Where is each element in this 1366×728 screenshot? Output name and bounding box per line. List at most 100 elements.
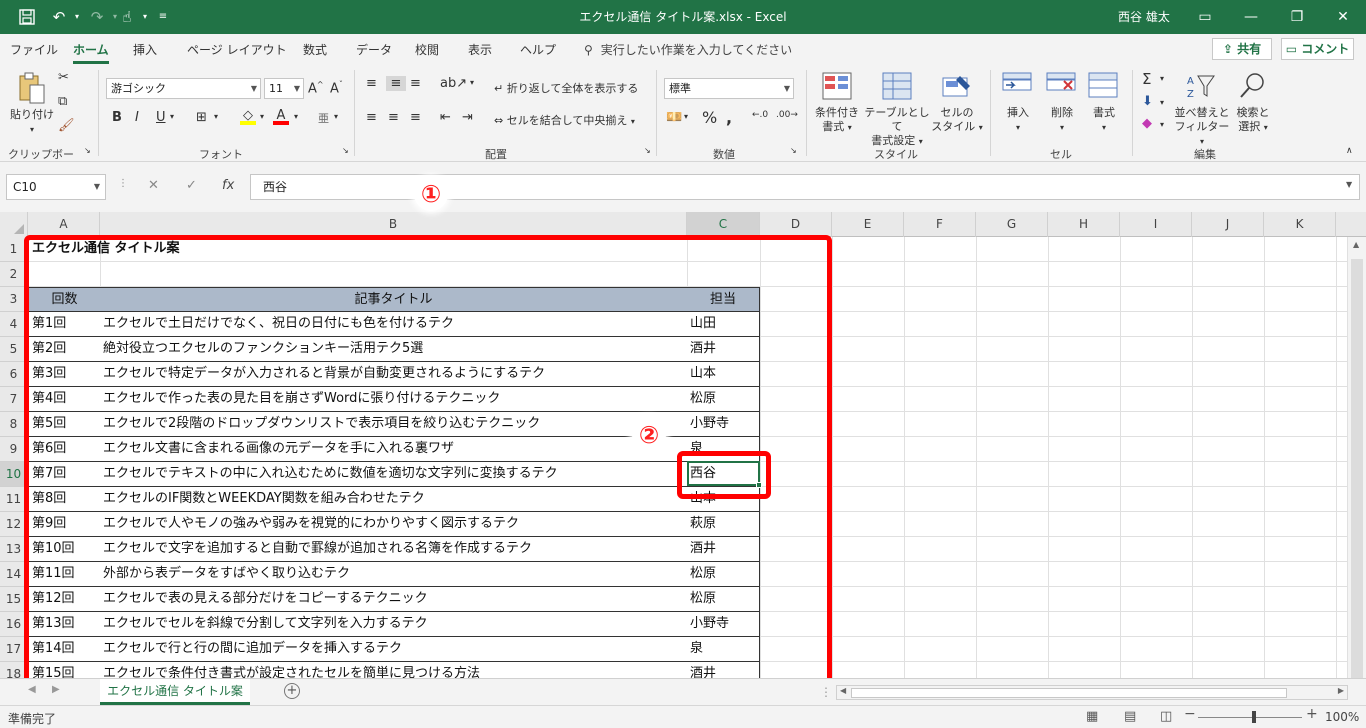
cell-styles-icon[interactable]	[942, 72, 972, 102]
insert-cells-button[interactable]: 挿入 ▾	[996, 106, 1040, 135]
column-header-c[interactable]: C	[687, 212, 760, 237]
fill-color-dropdown-icon[interactable]: ▾	[260, 112, 264, 121]
page-break-view-icon[interactable]: ◫	[1160, 709, 1172, 724]
column-header-i[interactable]: I	[1120, 212, 1192, 237]
find-select-button[interactable]: 検索と 選択 ▾	[1228, 106, 1278, 135]
comma-style-icon[interactable]: ,	[726, 108, 732, 127]
phonetic-icon[interactable]: 亜	[318, 110, 329, 126]
phonetic-dropdown-icon[interactable]: ▾	[334, 112, 338, 121]
conditional-formatting-button[interactable]: 条件付き 書式 ▾	[810, 106, 864, 135]
tab-split-icon[interactable]: ⋮	[820, 685, 832, 699]
italic-button[interactable]: I	[135, 110, 139, 125]
fill-icon[interactable]: ⬇	[1142, 94, 1153, 109]
autosum-icon[interactable]: Σ	[1142, 70, 1151, 88]
restore-icon[interactable]: ❐	[1274, 0, 1320, 34]
column-header-g[interactable]: G	[976, 212, 1048, 237]
delete-cells-icon[interactable]	[1046, 72, 1076, 102]
cell-styles-button[interactable]: セルの スタイル ▾	[930, 106, 984, 135]
font-color-dropdown-icon[interactable]: ▾	[294, 112, 298, 121]
find-select-icon[interactable]	[1238, 72, 1268, 102]
clipboard-launcher-icon[interactable]: ↘	[84, 146, 91, 155]
tab-formulas[interactable]: 数式	[303, 41, 327, 58]
tab-data[interactable]: データ	[356, 41, 392, 58]
zoom-level[interactable]: 100%	[1325, 710, 1359, 724]
insert-cells-icon[interactable]	[1002, 72, 1032, 102]
expand-formula-icon[interactable]: ▼	[1346, 180, 1352, 189]
share-button[interactable]: ⇪ 共有	[1212, 38, 1272, 60]
increase-indent-icon[interactable]: ⇥	[462, 110, 473, 125]
delete-cells-button[interactable]: 削除 ▾	[1040, 106, 1084, 135]
zoom-slider[interactable]	[1198, 717, 1302, 718]
decrease-indent-icon[interactable]: ⇤	[440, 110, 451, 125]
tab-view[interactable]: 表示	[468, 41, 492, 58]
scroll-up-icon[interactable]: ▲	[1353, 240, 1359, 249]
column-header-j[interactable]: J	[1192, 212, 1264, 237]
sort-filter-button[interactable]: 並べ替えと フィルター ▾	[1172, 106, 1232, 149]
percent-icon[interactable]: %	[702, 108, 717, 127]
insert-function-icon[interactable]: fx	[222, 178, 234, 193]
close-icon[interactable]: ✕	[1320, 0, 1366, 34]
prev-sheet-icon[interactable]: ◀	[28, 684, 36, 695]
ribbon-display-icon[interactable]: ▭	[1182, 0, 1228, 34]
wrap-text-button[interactable]: ↵ 折り返して全体を表示する	[494, 80, 638, 96]
borders-icon[interactable]: ⊞	[196, 110, 207, 125]
collapse-ribbon-icon[interactable]: ∧	[1346, 146, 1353, 156]
clear-icon[interactable]: ◆	[1142, 116, 1152, 131]
comment-button[interactable]: ▭ コメント	[1281, 38, 1354, 60]
underline-button[interactable]: U	[156, 110, 166, 125]
save-icon[interactable]	[16, 6, 38, 28]
sheet-tab-active[interactable]: エクセル通信 タイトル案	[100, 679, 250, 705]
align-top-icon[interactable]: ≡	[366, 76, 377, 91]
tell-me-search[interactable]: ⚲ 実行したい作業を入力してください	[584, 41, 792, 58]
tab-help[interactable]: ヘルプ	[520, 41, 556, 58]
format-as-table-icon[interactable]	[882, 72, 912, 102]
font-size-select[interactable]: 11 ▼	[264, 78, 304, 99]
copy-icon[interactable]: ⧉	[58, 94, 67, 109]
increase-font-icon[interactable]: A^	[308, 80, 324, 96]
accounting-format-icon[interactable]: 💴	[666, 110, 682, 125]
add-sheet-icon[interactable]: +	[284, 683, 300, 699]
minimize-icon[interactable]: —	[1228, 0, 1274, 34]
vertical-scroll-thumb[interactable]	[1351, 259, 1363, 679]
align-middle-icon[interactable]: ≡	[386, 76, 406, 91]
align-right-icon[interactable]: ≡	[410, 110, 421, 125]
increase-decimal-icon[interactable]: ←.0	[752, 110, 768, 120]
normal-view-icon[interactable]: ▦	[1086, 709, 1098, 724]
select-all-corner[interactable]	[0, 212, 28, 237]
alignment-launcher-icon[interactable]: ↘	[644, 146, 651, 155]
font-color-icon[interactable]: A	[273, 108, 289, 125]
paste-icon[interactable]	[16, 72, 46, 104]
scroll-left-icon[interactable]: ◀	[840, 686, 846, 695]
tab-page-layout[interactable]: ページ レイアウト	[187, 41, 287, 58]
font-launcher-icon[interactable]: ↘	[342, 146, 349, 155]
format-cells-button[interactable]: 書式 ▾	[1082, 106, 1126, 135]
horizontal-scrollbar[interactable]: ◀ ▶	[836, 685, 1348, 700]
paste-button[interactable]: 貼り付け ▾	[6, 108, 58, 137]
name-box[interactable]: C10 ▼	[6, 174, 106, 200]
tab-file[interactable]: ファイル	[10, 41, 58, 58]
enter-icon[interactable]: ✓	[186, 178, 197, 193]
column-header-k[interactable]: K	[1264, 212, 1336, 237]
zoom-in-icon[interactable]: +	[1306, 706, 1318, 722]
autosum-dropdown-icon[interactable]: ▾	[1160, 74, 1164, 83]
column-header-b[interactable]: B	[100, 212, 687, 237]
page-layout-view-icon[interactable]: ▤	[1124, 709, 1136, 724]
vertical-scrollbar[interactable]: ▲	[1347, 237, 1366, 679]
number-format-select[interactable]: 標準 ▼	[664, 78, 794, 99]
align-left-icon[interactable]: ≡	[366, 110, 377, 125]
scroll-right-icon[interactable]: ▶	[1338, 686, 1344, 695]
zoom-out-icon[interactable]: −	[1184, 706, 1196, 722]
cut-icon[interactable]: ✂	[58, 70, 69, 85]
format-cells-icon[interactable]	[1088, 72, 1118, 102]
tab-review[interactable]: 校閲	[415, 41, 439, 58]
customize-qat-icon[interactable]: ≡	[152, 6, 174, 28]
column-header-f[interactable]: F	[904, 212, 976, 237]
column-header-h[interactable]: H	[1048, 212, 1120, 237]
merge-center-button[interactable]: ⇔ セルを結合して中央揃え ▾	[494, 112, 635, 128]
decrease-font-icon[interactable]: Aˇ	[330, 80, 343, 96]
undo-dropdown-icon[interactable]: ▾	[66, 6, 88, 28]
column-header-d[interactable]: D	[760, 212, 832, 237]
horizontal-scroll-thumb[interactable]	[851, 688, 1287, 698]
orientation-dropdown-icon[interactable]: ▾	[470, 78, 474, 87]
accounting-dropdown-icon[interactable]: ▾	[684, 112, 688, 121]
